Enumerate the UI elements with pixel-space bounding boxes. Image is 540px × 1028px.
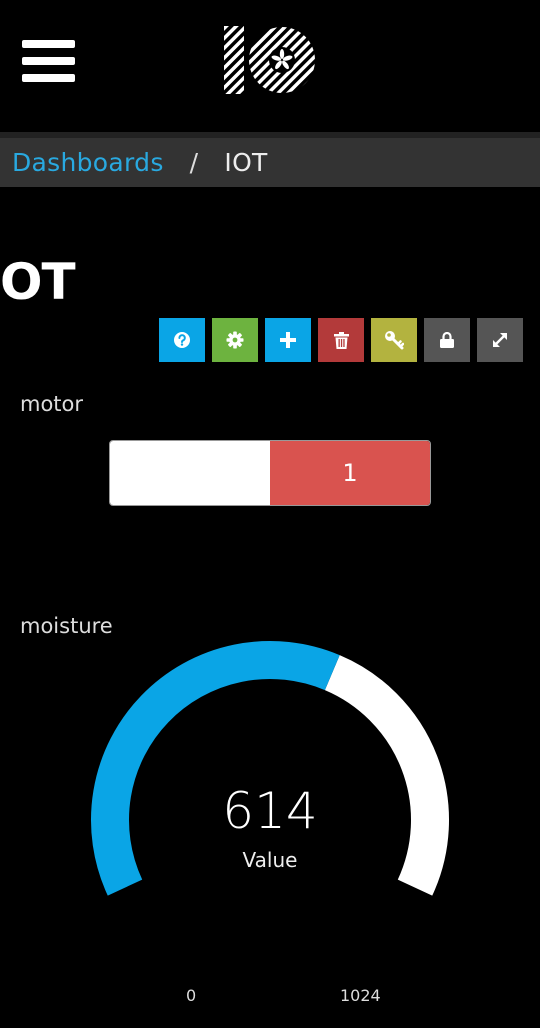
adafruit-io-logo-icon[interactable]: [224, 26, 316, 94]
expand-icon: [493, 333, 507, 347]
plus-icon: [280, 332, 296, 348]
lock-button[interactable]: [424, 318, 470, 362]
gauge-value: 614: [222, 782, 318, 840]
hamburger-menu-icon[interactable]: [22, 40, 75, 83]
gear-icon: [226, 331, 244, 349]
delete-button[interactable]: [318, 318, 364, 362]
help-button[interactable]: [159, 318, 205, 362]
motor-toggle-value: 1: [342, 459, 358, 487]
motor-label: motor: [20, 392, 84, 416]
breadcrumb: Dashboards / IOT: [0, 132, 540, 187]
dashboard-toolbar: [159, 318, 523, 362]
breadcrumb-current: IOT: [224, 148, 268, 177]
motor-toggle-on-side[interactable]: 1: [270, 441, 430, 505]
page-title: OT: [0, 253, 76, 311]
motor-toggle-off-side[interactable]: [110, 441, 270, 505]
gauge-min-label: 0: [186, 986, 197, 1005]
fullscreen-button[interactable]: [477, 318, 523, 362]
breadcrumb-separator: /: [189, 148, 199, 177]
breadcrumb-dashboards-link[interactable]: Dashboards: [12, 148, 164, 177]
key-icon: [385, 331, 404, 350]
key-button[interactable]: [371, 318, 417, 362]
dashboard-page: Dashboards / IOT OT motor 1 moisture 614…: [0, 0, 540, 1028]
app-header: [0, 0, 540, 128]
motor-toggle[interactable]: 1: [109, 440, 431, 506]
gauge-value-label: Value: [242, 848, 298, 872]
trash-icon: [333, 331, 349, 349]
gauge-max-label: 1024: [340, 986, 381, 1005]
lock-icon: [440, 332, 454, 348]
settings-button[interactable]: [212, 318, 258, 362]
question-icon: [174, 332, 190, 348]
add-block-button[interactable]: [265, 318, 311, 362]
